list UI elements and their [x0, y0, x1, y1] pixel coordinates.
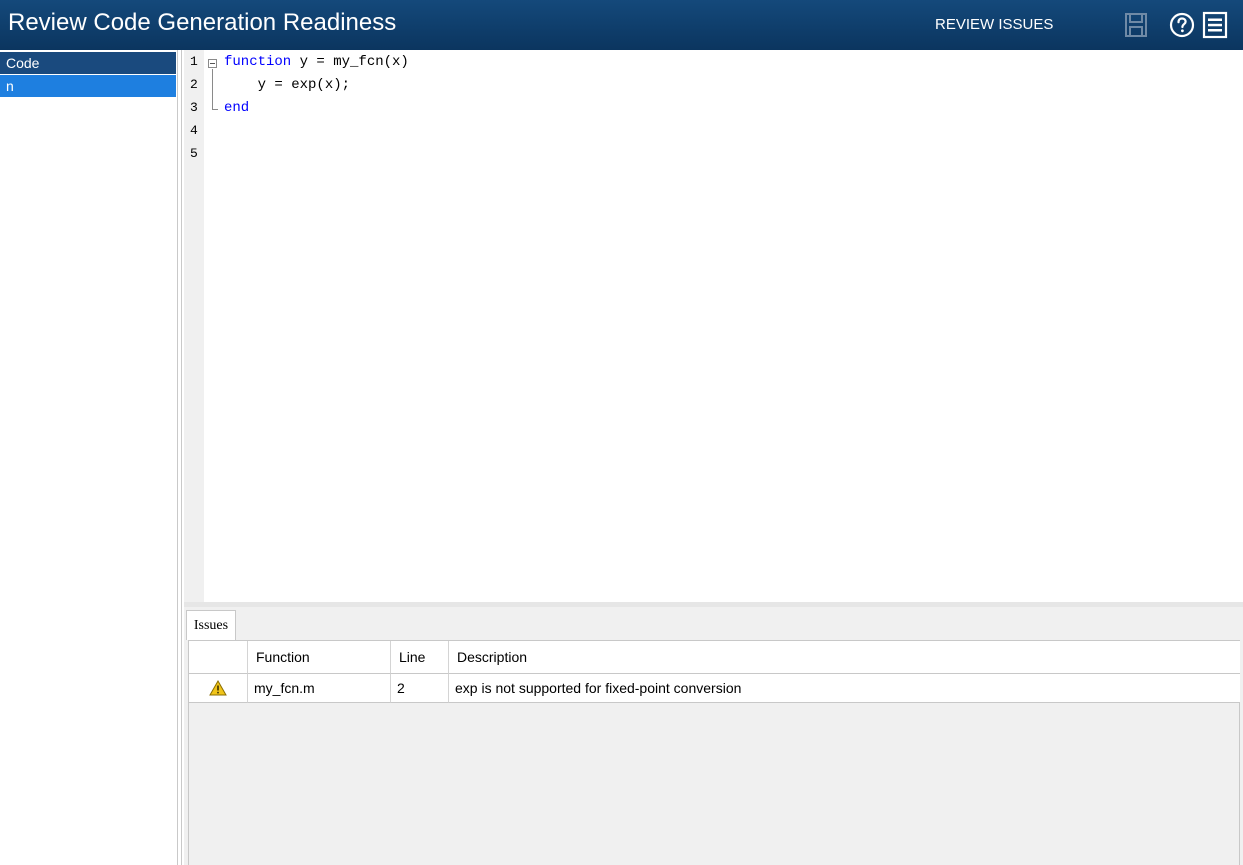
help-icon[interactable]	[1168, 11, 1196, 39]
column-header-function[interactable]: Function	[248, 641, 391, 674]
code-keyword: end	[224, 100, 250, 116]
line-number-gutter: 1 2 3 4 5	[184, 50, 204, 602]
column-header-line[interactable]: Line	[391, 641, 449, 674]
navigation-tree: Code n	[0, 50, 177, 865]
code-text: y = exp(x);	[224, 77, 351, 93]
save-icon[interactable]	[1122, 11, 1150, 39]
code-text: y = my_fcn(x)	[291, 54, 409, 70]
fold-guide	[212, 69, 213, 109]
code-line-3: end	[224, 100, 249, 116]
code-editor[interactable]: 1 2 3 4 5 function y = my_fcn(x) y = exp…	[184, 50, 1243, 602]
line-number: 4	[190, 123, 198, 138]
line-number: 3	[190, 100, 198, 115]
pane-divider	[177, 50, 178, 865]
fold-guide-end	[212, 109, 218, 110]
column-header-description[interactable]: Description	[449, 641, 1240, 674]
tree-item-code[interactable]: Code	[0, 52, 176, 74]
code-keyword: function	[224, 54, 292, 70]
menu-icon[interactable]	[1201, 11, 1229, 39]
tab-issues[interactable]: Issues	[186, 610, 236, 640]
issues-table: Function Line Description my_fcn.m 2 exp…	[188, 640, 1240, 865]
tree-item-function[interactable]: n	[0, 75, 176, 97]
line-number: 1	[190, 54, 198, 69]
line-number: 2	[190, 77, 198, 92]
column-header-icon[interactable]	[189, 641, 248, 674]
collapse-icon[interactable]	[208, 59, 217, 68]
issues-panel: Issues Function Line Description my_fcn.…	[184, 607, 1243, 865]
code-line-1: function y = my_fcn(x)	[224, 54, 409, 70]
table-cell-line[interactable]: 2	[391, 674, 449, 703]
table-row-icon-cell[interactable]	[189, 674, 248, 703]
table-cell-function[interactable]: my_fcn.m	[248, 674, 391, 703]
line-number: 5	[190, 146, 198, 161]
page-title: Review Code Generation Readiness	[8, 9, 397, 36]
table-cell-description[interactable]: exp is not supported for fixed-point con…	[449, 674, 1240, 703]
title-bar: Review Code Generation Readiness REVIEW …	[0, 0, 1243, 50]
warning-icon	[209, 680, 227, 696]
pane-splitter[interactable]	[181, 50, 182, 865]
review-issues-label[interactable]: REVIEW ISSUES	[935, 16, 1053, 33]
code-line-2: y = exp(x);	[224, 77, 350, 93]
